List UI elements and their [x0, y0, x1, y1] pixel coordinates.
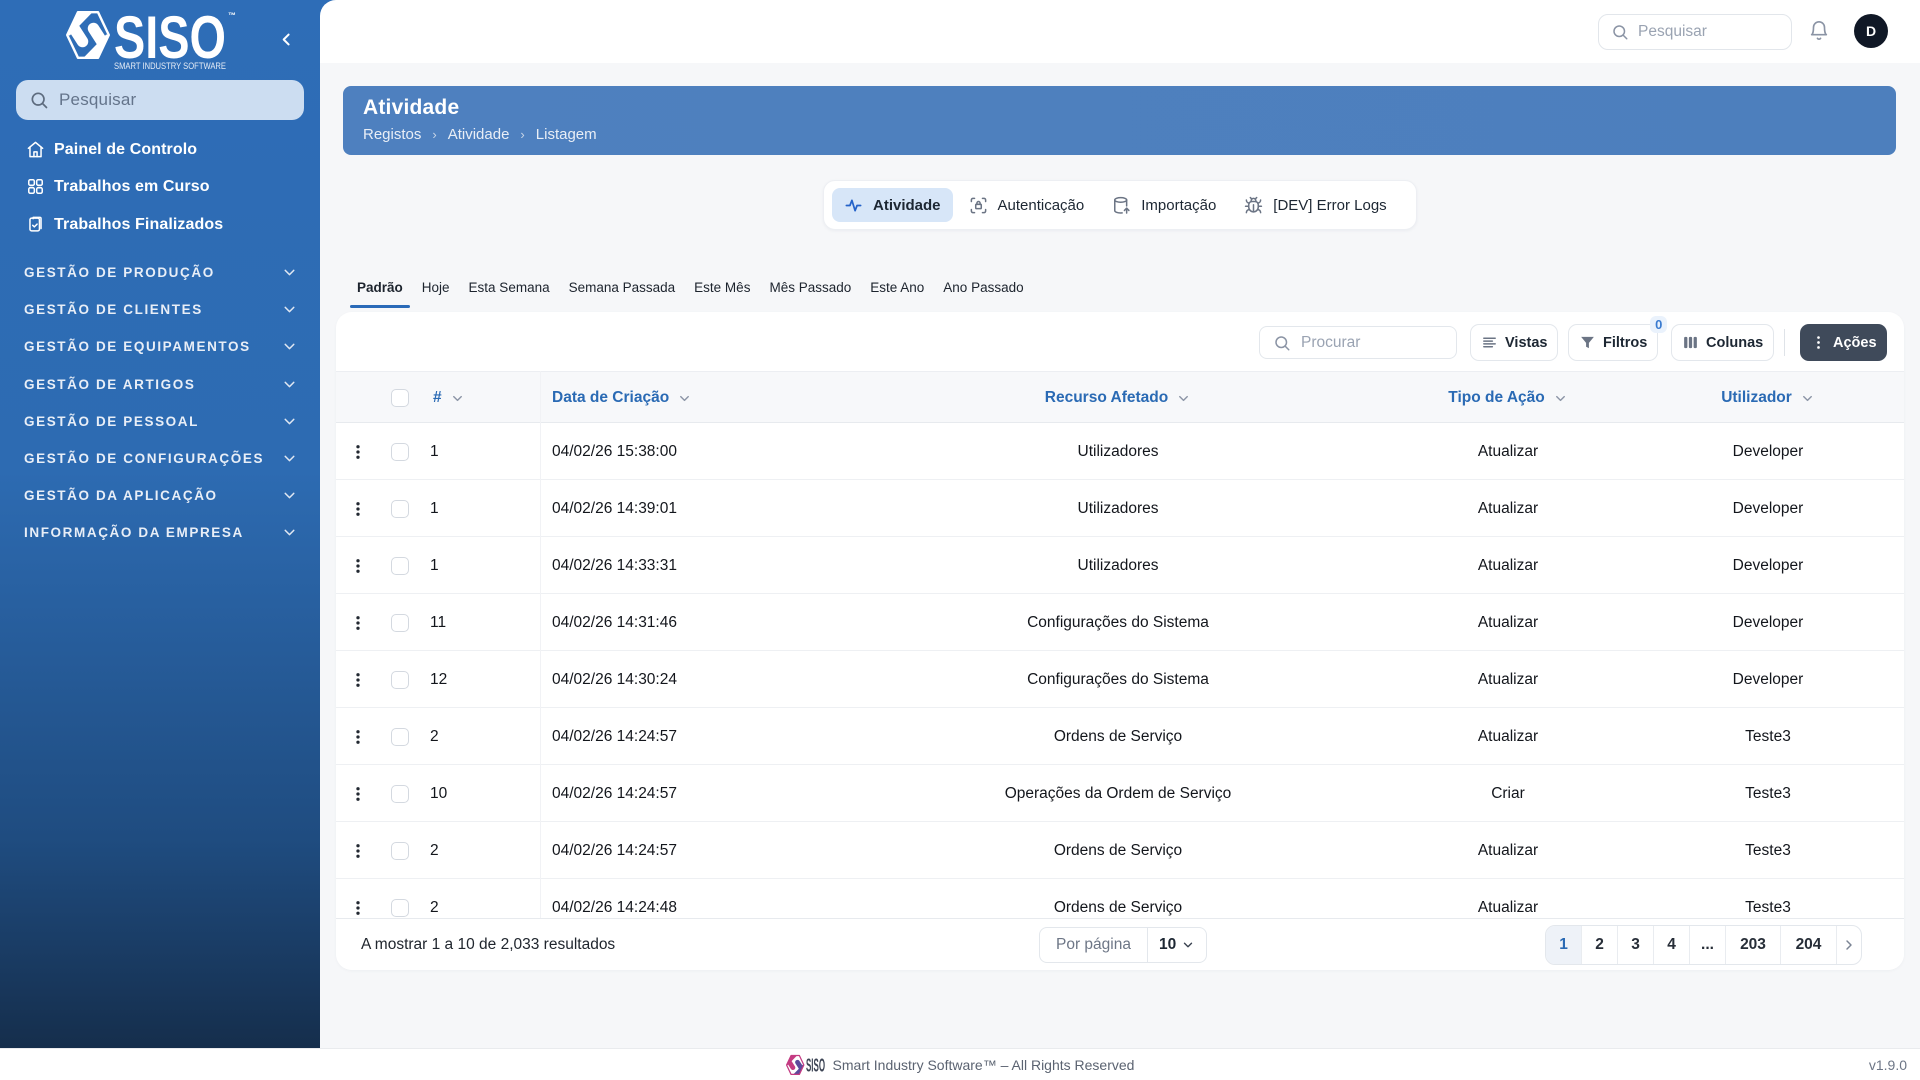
svg-text:SISO: SISO — [806, 1055, 825, 1075]
svg-text:™: ™ — [228, 11, 236, 20]
svg-text:SMART INDUSTRY SOFTWARE: SMART INDUSTRY SOFTWARE — [114, 61, 226, 71]
